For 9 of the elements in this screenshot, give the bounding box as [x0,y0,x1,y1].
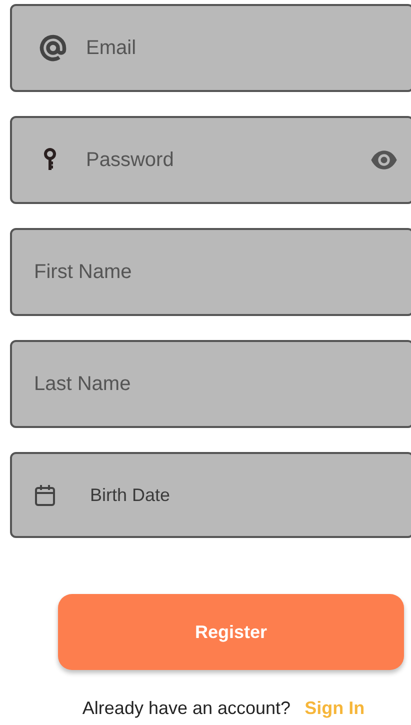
input-field[interactable]: Password [10,116,411,204]
input-field[interactable]: Last Name [10,340,411,428]
date-field[interactable]: Birth Date [10,452,411,538]
account-prompt: Already have an account? [82,698,291,718]
input-field[interactable]: First Name [10,228,411,316]
register-button[interactable]: Register [58,594,404,670]
at-icon [38,33,68,63]
input-field[interactable]: Email [10,4,411,92]
calendar-icon [34,484,56,506]
